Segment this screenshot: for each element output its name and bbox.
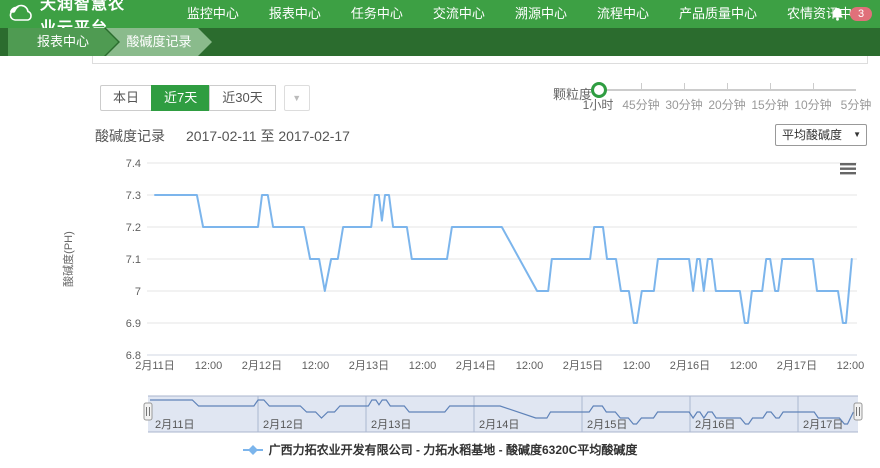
x-axis-label: 2月11日: [135, 360, 175, 372]
navigator-date-label: 2月13日: [371, 419, 411, 431]
navigator-date-label: 2月17日: [803, 419, 843, 431]
range-button-0[interactable]: 本日: [100, 85, 152, 111]
granularity-tick: [813, 83, 814, 90]
breadcrumb-item-ph-record[interactable]: 酸碱度记录: [106, 28, 212, 56]
x-axis-label: 12:00: [302, 360, 330, 372]
x-axis-label: 12:00: [516, 360, 544, 372]
granularity-option-4[interactable]: 15分钟: [751, 96, 788, 113]
nav-item-1[interactable]: 报表中心: [254, 0, 336, 28]
range-dropdown-button[interactable]: ▼: [284, 85, 310, 111]
x-axis-label: 2月16日: [670, 360, 710, 372]
report-date-range: 2017-02-11 至 2017-02-17: [186, 126, 350, 146]
x-axis-label: 2月15日: [563, 360, 603, 372]
y-axis-label: 7: [135, 286, 141, 298]
breadcrumb: 报表中心 酸碱度记录: [0, 28, 880, 56]
ph-line-chart: 7.47.37.27.176.96.8酸碱度(PH)2月11日12:002月12…: [0, 150, 880, 468]
y-axis-title: 酸碱度(PH): [61, 231, 75, 287]
granularity-option-6[interactable]: 5分钟: [841, 96, 872, 113]
x-axis-label: 12:00: [730, 360, 758, 372]
granularity-tick: [684, 83, 685, 90]
granularity-option-5[interactable]: 10分钟: [794, 96, 831, 113]
granularity-option-0[interactable]: 1小时: [583, 96, 614, 113]
x-axis-label: 2月17日: [777, 360, 817, 372]
collapsed-filter-panel-edge: [92, 56, 868, 64]
granularity-option-3[interactable]: 20分钟: [708, 96, 745, 113]
x-axis-label: 12:00: [837, 360, 865, 372]
navigator-date-label: 2月16日: [695, 419, 735, 431]
navigator-date-label: 2月15日: [587, 419, 627, 431]
top-navbar: 天润智慧农业云平台 监控中心报表中心任务中心交流中心溯源中心流程中心产品质量中心…: [0, 0, 880, 28]
navigator-date-label: 2月11日: [155, 419, 195, 431]
series-type-select[interactable]: 平均酸碱度 ▼: [775, 124, 867, 146]
nav-item-2[interactable]: 任务中心: [336, 0, 418, 28]
x-axis-label: 2月13日: [349, 360, 389, 372]
granularity-option-2[interactable]: 30分钟: [665, 96, 702, 113]
navigator-right-handle[interactable]: [854, 403, 862, 420]
chart-menu-icon[interactable]: [840, 172, 856, 174]
x-axis-label: 2月14日: [456, 360, 496, 372]
granularity-tick: [770, 83, 771, 90]
x-axis-label: 12:00: [409, 360, 437, 372]
nav-item-3[interactable]: 交流中心: [418, 0, 500, 28]
y-axis-label: 6.9: [126, 318, 141, 330]
y-axis-label: 7.2: [126, 222, 141, 234]
chart-menu-icon[interactable]: [840, 168, 856, 170]
cloud-leaf-logo-icon: [8, 4, 34, 24]
legend-series-name: 广西力拓农业开发有限公司 - 力拓水稻基地 - 酸碱度6320C平均酸碱度: [269, 441, 638, 458]
report-title: 酸碱度记录: [95, 126, 165, 146]
chart-legend[interactable]: 广西力拓农业开发有限公司 - 力拓水稻基地 - 酸碱度6320C平均酸碱度: [0, 441, 880, 458]
y-axis-label: 7.4: [126, 158, 141, 170]
nav-item-5[interactable]: 流程中心: [582, 0, 664, 28]
nav-menu: 监控中心报表中心任务中心交流中心溯源中心流程中心产品质量中心农情资讯中心: [172, 0, 880, 28]
range-button-1[interactable]: 近7天: [151, 85, 210, 111]
navigator-date-label: 2月12日: [263, 419, 303, 431]
breadcrumb-item-reports[interactable]: 报表中心: [8, 28, 118, 56]
page-root: 天润智慧农业云平台 监控中心报表中心任务中心交流中心溯源中心流程中心产品质量中心…: [0, 0, 880, 468]
y-axis-label: 7.3: [126, 190, 141, 202]
nav-item-0[interactable]: 监控中心: [172, 0, 254, 28]
granularity-option-1[interactable]: 45分钟: [622, 96, 659, 113]
nav-item-6[interactable]: 产品质量中心: [664, 0, 772, 28]
chart-menu-icon[interactable]: [840, 163, 856, 165]
range-button-2[interactable]: 近30天: [209, 85, 275, 111]
chevron-down-icon: ▼: [853, 125, 861, 145]
nav-right: 3: [831, 0, 872, 28]
y-axis-label: 7.1: [126, 254, 141, 266]
x-axis-label: 2月12日: [242, 360, 282, 372]
granularity-tick: [641, 83, 642, 90]
bell-icon[interactable]: [831, 7, 844, 21]
notification-badge[interactable]: 3: [850, 7, 872, 21]
date-range-button-group: 本日近7天近30天 ▼: [100, 85, 310, 111]
series-select-value: 平均酸碱度: [782, 128, 842, 142]
nav-item-4[interactable]: 溯源中心: [500, 0, 582, 28]
granularity-tick: [727, 83, 728, 90]
legend-marker-icon: [243, 445, 263, 455]
x-axis-label: 12:00: [623, 360, 651, 372]
navigator-left-handle[interactable]: [144, 403, 152, 420]
x-axis-label: 12:00: [195, 360, 223, 372]
navigator-date-label: 2月14日: [479, 419, 519, 431]
